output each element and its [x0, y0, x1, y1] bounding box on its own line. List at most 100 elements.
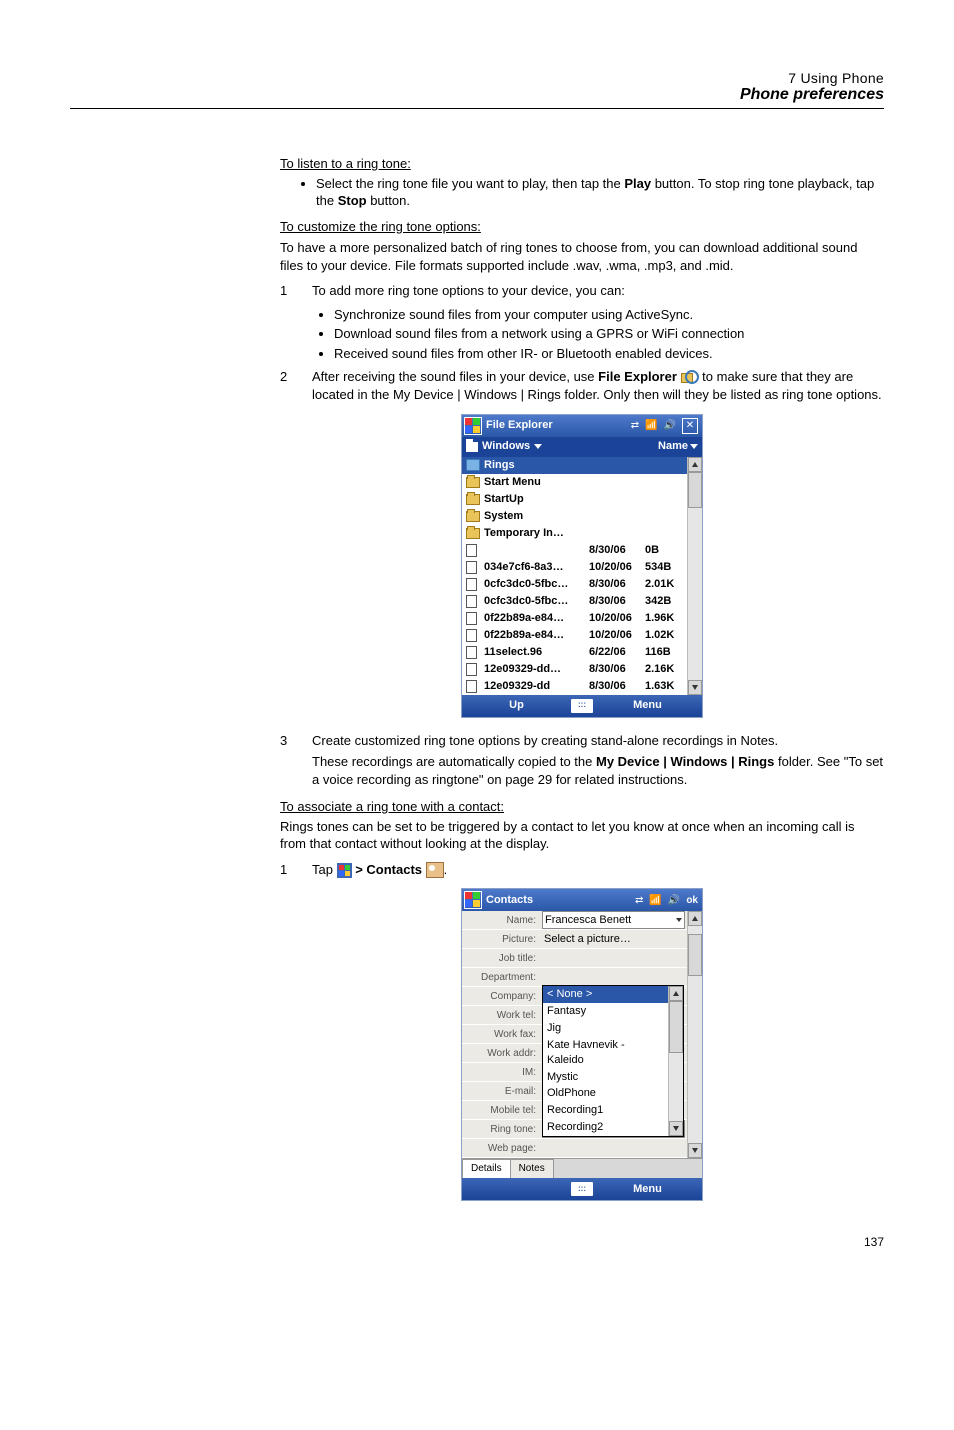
chevron-down-icon[interactable] [676, 918, 682, 922]
ok-button[interactable]: ok [686, 894, 698, 908]
file-name: 0cfc3dc0-5fbc… [484, 594, 589, 609]
file-date: 10/20/06 [589, 560, 645, 575]
section-title: Phone preferences [70, 86, 884, 104]
scroll-thumb[interactable] [688, 934, 702, 976]
connectivity-icon[interactable]: ⇄ [631, 419, 639, 433]
dropdown-item[interactable]: Recording1 [543, 1102, 668, 1119]
jobtitle-label: Job title: [462, 952, 542, 966]
dropdown-item[interactable]: Kate Havnevik - Kaleido [543, 1037, 668, 1069]
name-field[interactable]: Francesca Benett [542, 911, 685, 929]
file-size: 1.02K [645, 628, 685, 643]
file-icon [466, 578, 477, 591]
chevron-down-icon[interactable] [534, 444, 542, 449]
heading-customize: To customize the ring tone options: [280, 218, 884, 236]
file-size: 2.01K [645, 577, 685, 592]
scroll-down-button[interactable] [688, 680, 702, 695]
folder-icon [466, 511, 480, 522]
scroll-up-button[interactable] [669, 986, 683, 1001]
folder-row[interactable]: Rings [462, 457, 687, 474]
scrollbar[interactable] [687, 911, 702, 1158]
file-name: 0f22b89a-e84… [484, 611, 589, 626]
file-icon [466, 612, 477, 625]
rings-icon [466, 459, 480, 471]
scroll-down-button[interactable] [688, 1143, 702, 1158]
file-row[interactable]: 8/30/060B [462, 542, 687, 559]
tab-notes[interactable]: Notes [510, 1159, 554, 1178]
folder-row[interactable]: StartUp [462, 491, 687, 508]
scroll-thumb[interactable] [688, 472, 702, 508]
file-row[interactable]: 0f22b89a-e84…10/20/061.02K [462, 627, 687, 644]
file-row[interactable]: 12e09329-dd8/30/061.63K [462, 678, 687, 695]
signal-icon: 📶 [645, 419, 657, 433]
heading-listen: To listen to a ring tone: [280, 155, 884, 173]
department-label: Department: [462, 971, 542, 985]
sort-dropdown[interactable]: Name [658, 439, 688, 454]
chevron-down-icon[interactable] [690, 444, 698, 449]
file-name: Temporary In… [484, 526, 589, 541]
webpage-field[interactable] [542, 1140, 685, 1156]
file-date: 8/30/06 [589, 543, 645, 558]
close-button[interactable]: ✕ [682, 418, 698, 434]
ringtone-dropdown[interactable]: < None >FantasyJigKate Havnevik - Kaleid… [542, 985, 684, 1137]
folder-row[interactable]: Start Menu [462, 474, 687, 491]
name-label: Name: [462, 914, 542, 928]
dropdown-item[interactable]: Jig [543, 1020, 668, 1037]
picture-label: Picture: [462, 933, 542, 947]
folder-row[interactable]: Temporary In… [462, 525, 687, 542]
jobtitle-field[interactable] [542, 950, 685, 966]
file-name: Rings [484, 458, 589, 473]
contacts-icon [426, 862, 444, 878]
dropdown-item[interactable]: < None > [543, 986, 668, 1003]
softkey-right[interactable]: Menu [593, 698, 702, 713]
folder-icon [466, 442, 478, 452]
file-name: 12e09329-dd… [484, 662, 589, 677]
start-flag-icon[interactable] [464, 417, 482, 435]
scroll-thumb[interactable] [669, 1001, 683, 1053]
file-row[interactable]: 0cfc3dc0-5fbc…8/30/06342B [462, 593, 687, 610]
file-row[interactable]: 034e7cf6-8a3…10/20/06534B [462, 559, 687, 576]
heading-associate: To associate a ring tone with a contact: [280, 798, 884, 816]
dropdown-item[interactable]: Recording2 [543, 1119, 668, 1136]
connectivity-icon[interactable]: ⇄ [635, 894, 643, 908]
file-size: 0B [645, 543, 685, 558]
customize-para: To have a more personalized batch of rin… [280, 239, 884, 274]
file-icon [466, 629, 477, 642]
file-date: 8/30/06 [589, 662, 645, 677]
dropdown-item[interactable]: OldPhone [543, 1085, 668, 1102]
file-size: 1.96K [645, 611, 685, 626]
keyboard-icon[interactable]: ::: [571, 699, 593, 713]
volume-icon[interactable]: 🔊 [664, 419, 676, 433]
keyboard-icon[interactable]: ::: [571, 1182, 593, 1196]
dropdown-item[interactable]: Mystic [543, 1069, 668, 1086]
scroll-down-button[interactable] [669, 1121, 683, 1136]
file-name: 0cfc3dc0-5fbc… [484, 577, 589, 592]
file-row[interactable]: 11select.966/22/06116B [462, 644, 687, 661]
file-name: 12e09329-dd [484, 679, 589, 694]
softkey-right[interactable]: Menu [593, 1182, 702, 1197]
path-dropdown[interactable]: Windows [482, 439, 530, 454]
file-icon [466, 646, 477, 659]
file-row[interactable]: 0cfc3dc0-5fbc…8/30/062.01K [462, 576, 687, 593]
assoc-step-1: 1 Tap > Contacts . [280, 861, 884, 879]
department-field[interactable] [542, 969, 685, 985]
start-flag-icon[interactable] [464, 891, 482, 909]
picture-field[interactable]: Select a picture… [542, 931, 685, 947]
dropdown-item[interactable]: Fantasy [543, 1003, 668, 1020]
step-1: 1 To add more ring tone options to your … [280, 282, 884, 300]
file-size: 2.16K [645, 662, 685, 677]
scrollbar[interactable] [687, 457, 702, 695]
file-row[interactable]: 12e09329-dd…8/30/062.16K [462, 661, 687, 678]
softkey-left[interactable]: Up [462, 698, 571, 713]
mobiletel-label: Mobile tel: [462, 1104, 542, 1118]
start-flag-icon [337, 863, 352, 878]
tab-details[interactable]: Details [462, 1159, 511, 1178]
file-size: 342B [645, 594, 685, 609]
scrollbar[interactable] [668, 986, 683, 1136]
folder-icon [466, 528, 480, 539]
folder-row[interactable]: System [462, 508, 687, 525]
scroll-up-button[interactable] [688, 457, 702, 472]
scroll-up-button[interactable] [688, 911, 702, 926]
file-date: 8/30/06 [589, 577, 645, 592]
volume-icon[interactable]: 🔊 [668, 894, 680, 908]
file-row[interactable]: 0f22b89a-e84…10/20/061.96K [462, 610, 687, 627]
